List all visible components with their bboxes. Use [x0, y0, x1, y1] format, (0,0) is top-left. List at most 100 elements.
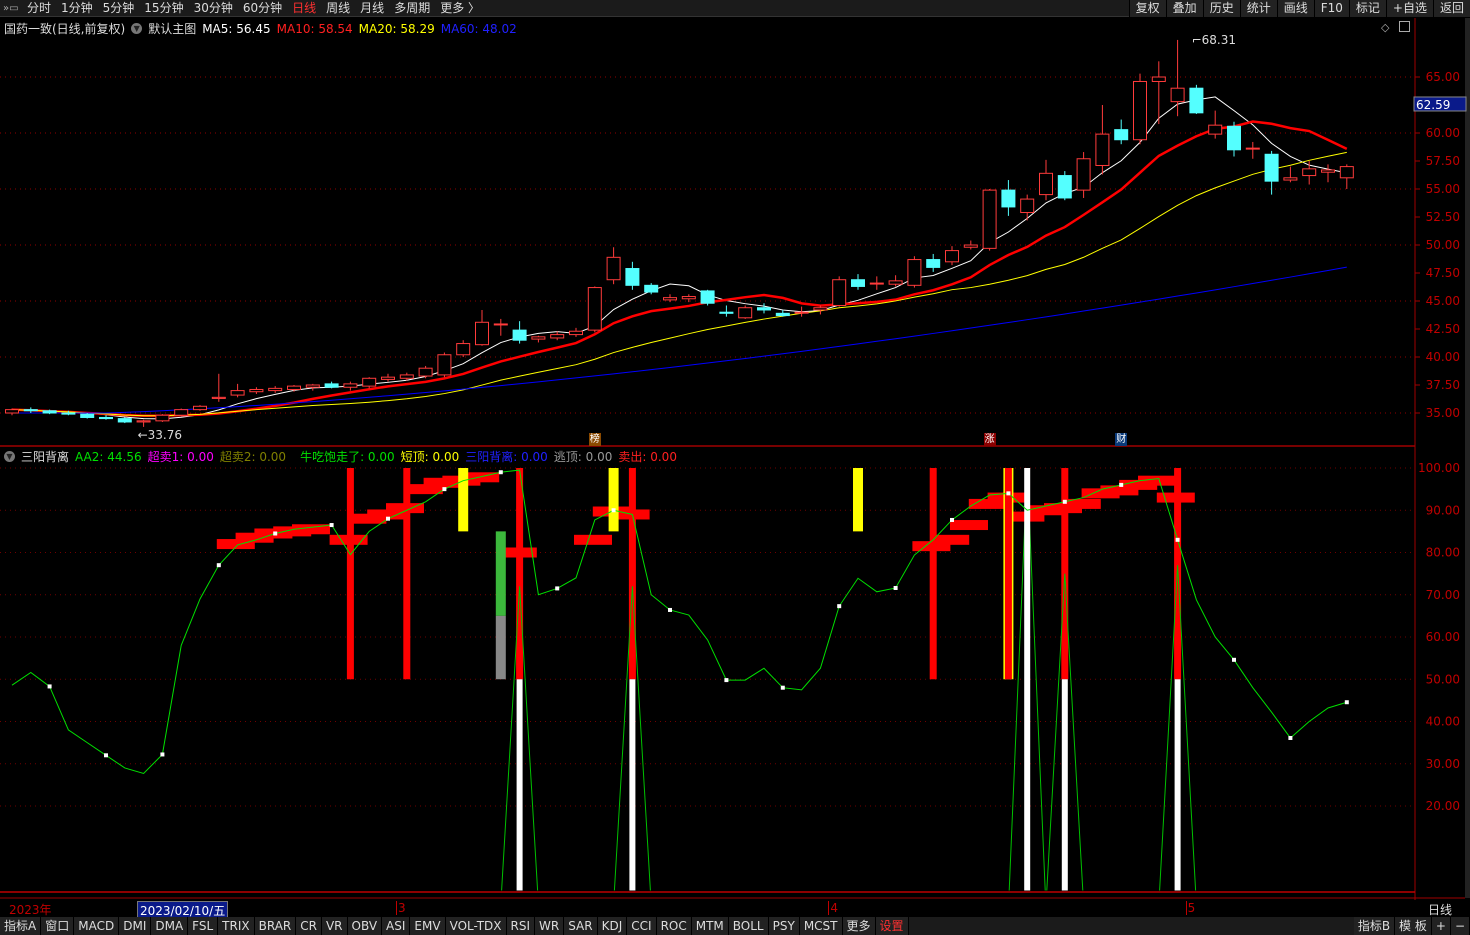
indicator-tab[interactable]: MCST — [799, 917, 843, 935]
period-tab[interactable]: 30分钟 — [189, 0, 238, 17]
y-tick-label: 35.00 — [1426, 406, 1460, 420]
indicator-tab[interactable]: PSY — [768, 917, 800, 935]
period-tab[interactable]: 分时 — [22, 0, 56, 17]
toolbar-button[interactable]: 标记 — [1348, 0, 1386, 17]
indicator-tab[interactable]: FSL — [188, 917, 219, 935]
indicator-tab[interactable]: 窗口 — [41, 917, 75, 935]
toolbar-button[interactable]: 统计 — [1239, 0, 1277, 17]
candle-up — [174, 409, 189, 416]
period-tab[interactable]: 60分钟 — [238, 0, 287, 17]
candle-down — [926, 259, 941, 268]
sell-bar — [346, 468, 354, 680]
toolbar-button[interactable]: 复权 — [1128, 0, 1166, 17]
toolbar-button[interactable]: F10 — [1313, 0, 1349, 17]
y-tick-label: 20.00 — [1426, 799, 1460, 813]
aa2-marker — [216, 563, 221, 568]
period-tab[interactable]: 周线 — [321, 0, 355, 17]
aa2-marker — [1006, 491, 1011, 496]
indicator-tab[interactable]: VR — [321, 917, 348, 935]
candle-up — [155, 414, 170, 422]
toolbar-button[interactable]: 叠加 — [1165, 0, 1203, 17]
candle-up — [456, 343, 471, 356]
candle-up — [1170, 87, 1185, 103]
indicator-tab[interactable]: EMV — [410, 917, 446, 935]
y-tick-label: 52.50 — [1426, 210, 1460, 224]
indicator-tab[interactable]: 指标A — [0, 917, 42, 935]
candle-down — [851, 279, 865, 287]
bottom-right-button[interactable]: 指标B — [1353, 917, 1396, 935]
indicator-tab[interactable]: SAR — [564, 917, 598, 935]
bottom-right-button[interactable]: + — [1431, 917, 1451, 935]
y-tick-label: 57.50 — [1426, 154, 1460, 168]
candle-down — [324, 383, 339, 388]
bottom-right-button[interactable]: 模 板 — [1395, 917, 1432, 935]
indicator-tab[interactable]: MTM — [691, 917, 729, 935]
indicator-tab[interactable]: ROC — [656, 917, 692, 935]
oversold-block — [950, 520, 988, 531]
candle-down — [117, 418, 132, 423]
aa2-marker — [1288, 735, 1293, 740]
period-tab[interactable]: 日线 — [287, 0, 321, 17]
chart-area[interactable]: 65.0062.5060.0057.5055.0052.5050.0047.50… — [0, 18, 1470, 900]
period-tab[interactable]: 1分钟 — [56, 0, 98, 17]
event-tag[interactable]: 财 — [1115, 433, 1128, 446]
candle-up — [1208, 124, 1223, 135]
indicator-tab[interactable]: CCI — [627, 917, 657, 935]
indicator-tab[interactable]: DMI — [119, 917, 152, 935]
toolbar-button[interactable]: +自选 — [1385, 0, 1433, 17]
collapse-icon[interactable]: »▭ — [0, 3, 22, 14]
candle-down — [1189, 87, 1204, 114]
y-tick-label: 55.00 — [1426, 182, 1460, 196]
y-tick-label: 40.00 — [1426, 715, 1460, 729]
aa2-marker — [837, 604, 842, 609]
candle-down — [42, 410, 57, 414]
aa2-marker — [555, 586, 560, 591]
indicator-tab[interactable]: ASI — [382, 917, 411, 935]
toolbar-button[interactable]: 历史 — [1202, 0, 1240, 17]
indicator-tab[interactable]: MACD — [74, 917, 120, 935]
indicator-tab[interactable]: RSI — [506, 917, 536, 935]
period-tab[interactable]: 更多 〉 — [435, 0, 485, 17]
sell-bar — [929, 468, 937, 680]
candle-up — [343, 383, 358, 388]
indicator-tab[interactable]: BRAR — [254, 917, 297, 935]
y-tick-label: 60.00 — [1426, 630, 1460, 644]
candle-up — [869, 282, 884, 285]
indicator-tab[interactable]: WR — [535, 917, 565, 935]
candle-up — [794, 311, 809, 314]
indicator-tab[interactable]: TRIX — [218, 917, 255, 935]
divergence-spike — [516, 679, 523, 891]
indicator-tab[interactable]: VOL-TDX — [445, 917, 507, 935]
aa2-marker — [668, 607, 672, 612]
toolbar-button[interactable]: 返回 — [1432, 0, 1470, 17]
bottom-right-button[interactable]: − — [1450, 917, 1470, 935]
candle-up — [381, 376, 395, 380]
toolbar-button[interactable]: 画线 — [1276, 0, 1314, 17]
candle-up — [587, 287, 602, 331]
period-tab[interactable]: 15分钟 — [139, 0, 188, 17]
indicator-tab[interactable]: KDJ — [597, 917, 628, 935]
period-tab[interactable]: 多周期 — [389, 0, 435, 17]
period-tab[interactable]: 月线 — [355, 0, 389, 17]
indicator-tab[interactable]: OBV — [347, 917, 383, 935]
scrollbar — [1465, 18, 1470, 898]
indicator-tab[interactable]: BOLL — [728, 917, 769, 935]
divergence-spike — [629, 679, 636, 891]
candle-up — [305, 384, 320, 388]
candle-up — [475, 321, 489, 346]
indicator-tab[interactable]: 更多 — [842, 917, 876, 935]
event-tag[interactable]: 榜 — [588, 433, 601, 446]
period-tab[interactable]: 5分钟 — [98, 0, 140, 17]
candle-up — [907, 259, 922, 286]
period-label: 日线 — [1428, 903, 1453, 917]
high-price-label: ⌐68.31 — [1192, 33, 1236, 47]
candle-up — [287, 385, 301, 390]
candle-up — [569, 330, 583, 336]
candle-up — [531, 336, 546, 340]
ma60-line — [12, 266, 1347, 414]
indicator-tab[interactable]: CR — [296, 917, 322, 935]
indicator-tab[interactable]: 设置 — [875, 917, 909, 935]
indicator-tab[interactable]: DMA — [151, 917, 189, 935]
event-tag[interactable]: 涨 — [983, 433, 996, 446]
candle-up — [1339, 166, 1354, 179]
